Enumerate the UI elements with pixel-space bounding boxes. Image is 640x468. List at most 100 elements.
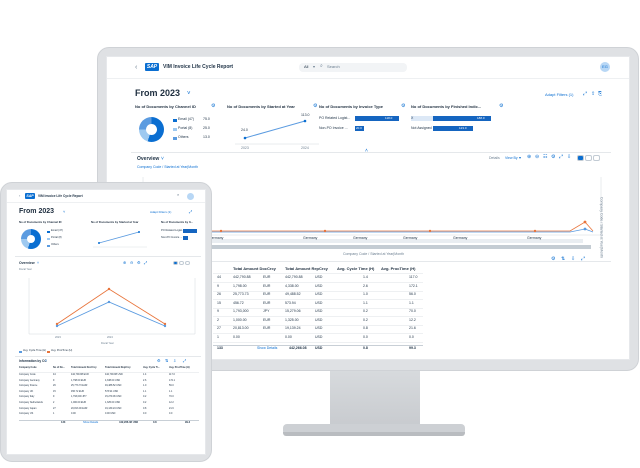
column-header[interactable]: Total Amount RepCrcy [285, 267, 328, 271]
back-icon[interactable]: ‹ [135, 64, 137, 71]
table-cell: Company Netherlands [19, 401, 43, 404]
table-cell-proc: 117.0 [409, 275, 418, 279]
avatar[interactable]: EG [600, 62, 610, 72]
column-header[interactable]: Avg. Cycle Ti... [143, 366, 160, 369]
chevron-down-icon[interactable]: ▾ [229, 65, 232, 70]
bar-label: PO Related Logist... [161, 229, 185, 232]
show-details-link[interactable]: Show Details [257, 346, 277, 351]
page-title[interactable]: From 2023 [19, 208, 54, 215]
table-settings-icon[interactable]: ⚙ [551, 257, 555, 262]
table-cell: 2 [53, 401, 55, 404]
show-details-link[interactable]: Show Details [83, 421, 98, 425]
monitor-stand-neck [330, 371, 420, 426]
column-header[interactable]: Avg. Cycle Time (H) [337, 267, 374, 271]
card-settings-icon[interactable]: ⚙ [313, 104, 317, 109]
legend-value: 13.0 [203, 135, 210, 139]
table-title[interactable]: Information by CC [19, 359, 47, 363]
overview-chevron-icon[interactable]: ˅ [37, 261, 39, 266]
table-cell-cycle: 2.6 [363, 283, 368, 288]
column-header[interactable]: Company Code [19, 366, 37, 369]
table-sort-icon[interactable]: ⇅ [165, 359, 168, 363]
search-scope[interactable]: All [304, 65, 308, 69]
zoom-out-icon[interactable]: ⊖ [535, 155, 539, 160]
fullscreen-icon[interactable]: ⤢ [144, 261, 147, 265]
kpi-card-finished[interactable]: No of Documents by Finished Indic... ⚙ X… [411, 104, 511, 153]
chevron-down-icon[interactable]: ▾ [519, 156, 521, 160]
chart-scrollbar[interactable] [171, 245, 591, 249]
column-header[interactable]: Total Amount DocCrcy [233, 267, 276, 271]
fullscreen-icon[interactable]: ⤢ [559, 155, 563, 160]
table-cell-cur-rep: USD [315, 309, 323, 313]
kpi-card-invoice-type[interactable]: No of Documents by Invoice Type ⚙ PO Rel… [319, 104, 411, 153]
settings-icon[interactable]: ⚙ [551, 155, 555, 160]
bar[interactable] [355, 116, 399, 121]
view-by-button[interactable]: View By [505, 156, 518, 161]
app-title[interactable]: VIM Invoice Life Cycle Report [38, 194, 83, 198]
column-header[interactable]: Avg. ProcTime (H) [169, 366, 190, 369]
bar[interactable] [433, 126, 473, 131]
back-icon[interactable]: ‹ [19, 194, 20, 198]
collapse-header-icon[interactable]: ˄ [365, 149, 368, 154]
year-line-chart[interactable] [91, 226, 151, 252]
table-settings-icon[interactable]: ⚙ [157, 359, 161, 363]
table-cell: 15 [53, 389, 56, 393]
table-sort-icon[interactable]: ⇅ [561, 257, 565, 262]
column-header[interactable]: Total Amount DocCrcy [71, 366, 97, 369]
card-settings-icon[interactable]: ⚙ [401, 104, 405, 109]
table-cell: 0.8 [143, 406, 147, 410]
export-icon[interactable]: ⎘ [598, 92, 602, 97]
share-icon[interactable]: ⇪ [591, 92, 595, 97]
search-icon[interactable]: ⌕ [177, 193, 179, 197]
kpi-card-year[interactable]: No of Documents by Started at Year ⚙ 24.… [227, 104, 327, 153]
table-view-toggle[interactable] [585, 155, 592, 161]
app-title[interactable]: VIM Invoice Life Cycle Report [163, 65, 233, 70]
card-settings-icon[interactable]: ⚙ [211, 104, 215, 109]
variant-chevron-icon[interactable]: ˅ [63, 210, 65, 214]
search-scope-chevron-icon: ▾ [313, 64, 316, 69]
details-button[interactable]: Details [489, 156, 500, 161]
channel-pie-chart[interactable] [139, 117, 164, 142]
chart-table-toggle[interactable] [185, 261, 190, 265]
table-fullscreen-icon[interactable]: ⤢ [581, 257, 585, 262]
table-cell-cur-rep: USD [315, 300, 323, 305]
overview-title[interactable]: Overview [137, 157, 159, 162]
variant-chevron-icon[interactable]: ˅ [187, 91, 191, 97]
channel-pie-chart[interactable] [21, 229, 41, 249]
bar[interactable] [183, 229, 197, 233]
page-title[interactable]: From 2023 [135, 89, 180, 98]
table-fullscreen-icon[interactable]: ⤢ [183, 359, 186, 363]
zoom-out-icon[interactable]: ⊖ [130, 261, 133, 265]
expand-icon[interactable]: ⤢ [583, 92, 587, 97]
adapt-filters-link[interactable]: Adapt Filters (1) [150, 211, 171, 214]
column-header[interactable]: Total Amount RepCrcy [105, 366, 131, 369]
adapt-filters-link[interactable]: Adapt Filters (1) [545, 93, 573, 97]
kpi-card-channel[interactable]: No of Documents by Channel ID ⚙ Email (4… [135, 104, 235, 153]
overview-title[interactable]: Overview [19, 261, 35, 266]
table-export-icon[interactable]: ⇩ [571, 257, 575, 262]
kpi-card-title: No of Documents by Finished Indic... [411, 104, 482, 109]
expand-icon[interactable]: ⤢ [189, 210, 192, 214]
bar[interactable] [183, 236, 188, 240]
overview-chevron-icon[interactable]: ˅ [161, 157, 164, 162]
chart-view-toggle[interactable] [173, 261, 178, 265]
chart-view-toggle[interactable] [577, 155, 584, 161]
column-header[interactable]: No of Do... [53, 366, 65, 369]
legend-icon[interactable]: ☷ [543, 155, 547, 160]
row-divider [213, 299, 423, 300]
chart-table-toggle[interactable] [593, 155, 600, 161]
download-icon[interactable]: ⇩ [567, 155, 571, 160]
column-header[interactable]: Avg. ProcTime (H) [381, 267, 415, 271]
table-title-chevron-icon[interactable]: ˅ [45, 359, 47, 363]
zoom-in-icon[interactable]: ⊕ [123, 261, 126, 265]
zoom-in-icon[interactable]: ⊕ [527, 155, 531, 160]
table-cell: 56.0 [169, 384, 174, 388]
card-settings-icon[interactable]: ⚙ [499, 104, 503, 109]
table-export-icon[interactable]: ⇩ [173, 359, 176, 363]
table-cell: Company US [19, 412, 34, 416]
avatar[interactable] [187, 193, 194, 200]
table-cell: Company Italy [19, 395, 35, 399]
table-view-toggle[interactable] [179, 261, 184, 265]
settings-icon[interactable]: ⚙ [137, 261, 141, 265]
search-field[interactable]: All ▾ ⌕ Search [299, 63, 407, 72]
point-value: 113.0 [301, 113, 310, 117]
